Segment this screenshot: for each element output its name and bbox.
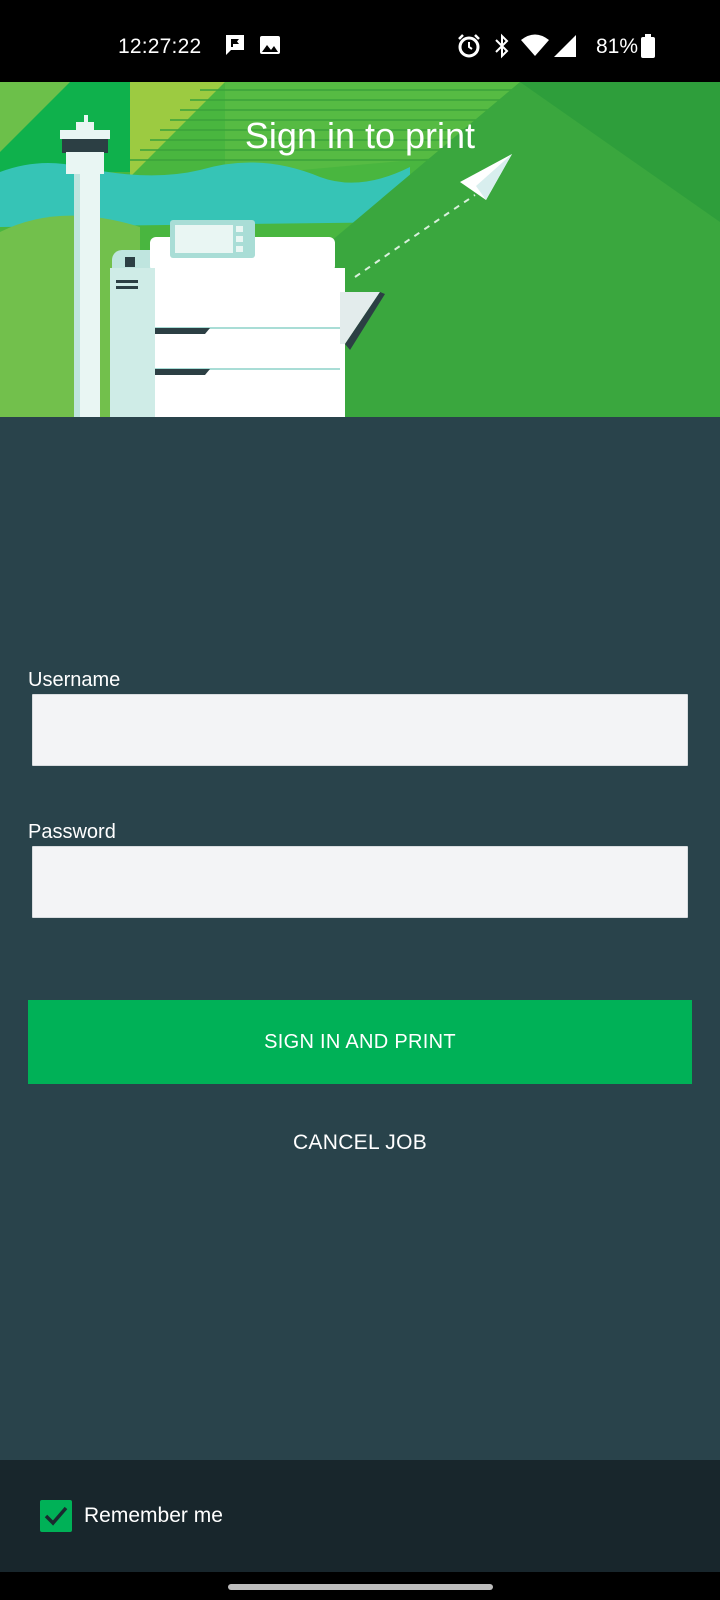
- status-bar: 12:27:22 81%: [0, 0, 720, 82]
- signal-icon: [552, 33, 578, 64]
- page-title: Sign in to print: [244, 115, 476, 156]
- remember-me-checkbox[interactable]: [40, 1500, 72, 1532]
- home-gesture-handle[interactable]: [228, 1584, 493, 1590]
- battery-icon: [640, 33, 656, 64]
- footer-bar: Remember me: [0, 1460, 720, 1572]
- username-field[interactable]: [32, 694, 688, 766]
- status-time: 12:27:22: [118, 35, 202, 58]
- sign-in-and-print-button[interactable]: SIGN IN AND PRINT: [28, 1000, 692, 1084]
- navigation-bar: [0, 1572, 720, 1600]
- image-notification-icon: [259, 33, 281, 62]
- chat-notification-icon: [224, 33, 246, 62]
- wifi-icon: [520, 33, 550, 64]
- username-label: Username: [28, 669, 121, 691]
- remember-me-label[interactable]: Remember me: [84, 1504, 223, 1528]
- battery-percentage: 81%: [596, 35, 639, 58]
- header-banner: Sign in to print: [0, 82, 720, 417]
- alarm-icon: [456, 33, 482, 64]
- bluetooth-icon: [492, 33, 512, 64]
- password-field[interactable]: [32, 846, 688, 918]
- sign-in-form: Username Password SIGN IN AND PRINT CANC…: [0, 417, 720, 1460]
- password-label: Password: [28, 821, 116, 843]
- cancel-job-button[interactable]: CANCEL JOB: [0, 1118, 720, 1168]
- checkmark-icon: [44, 1506, 68, 1526]
